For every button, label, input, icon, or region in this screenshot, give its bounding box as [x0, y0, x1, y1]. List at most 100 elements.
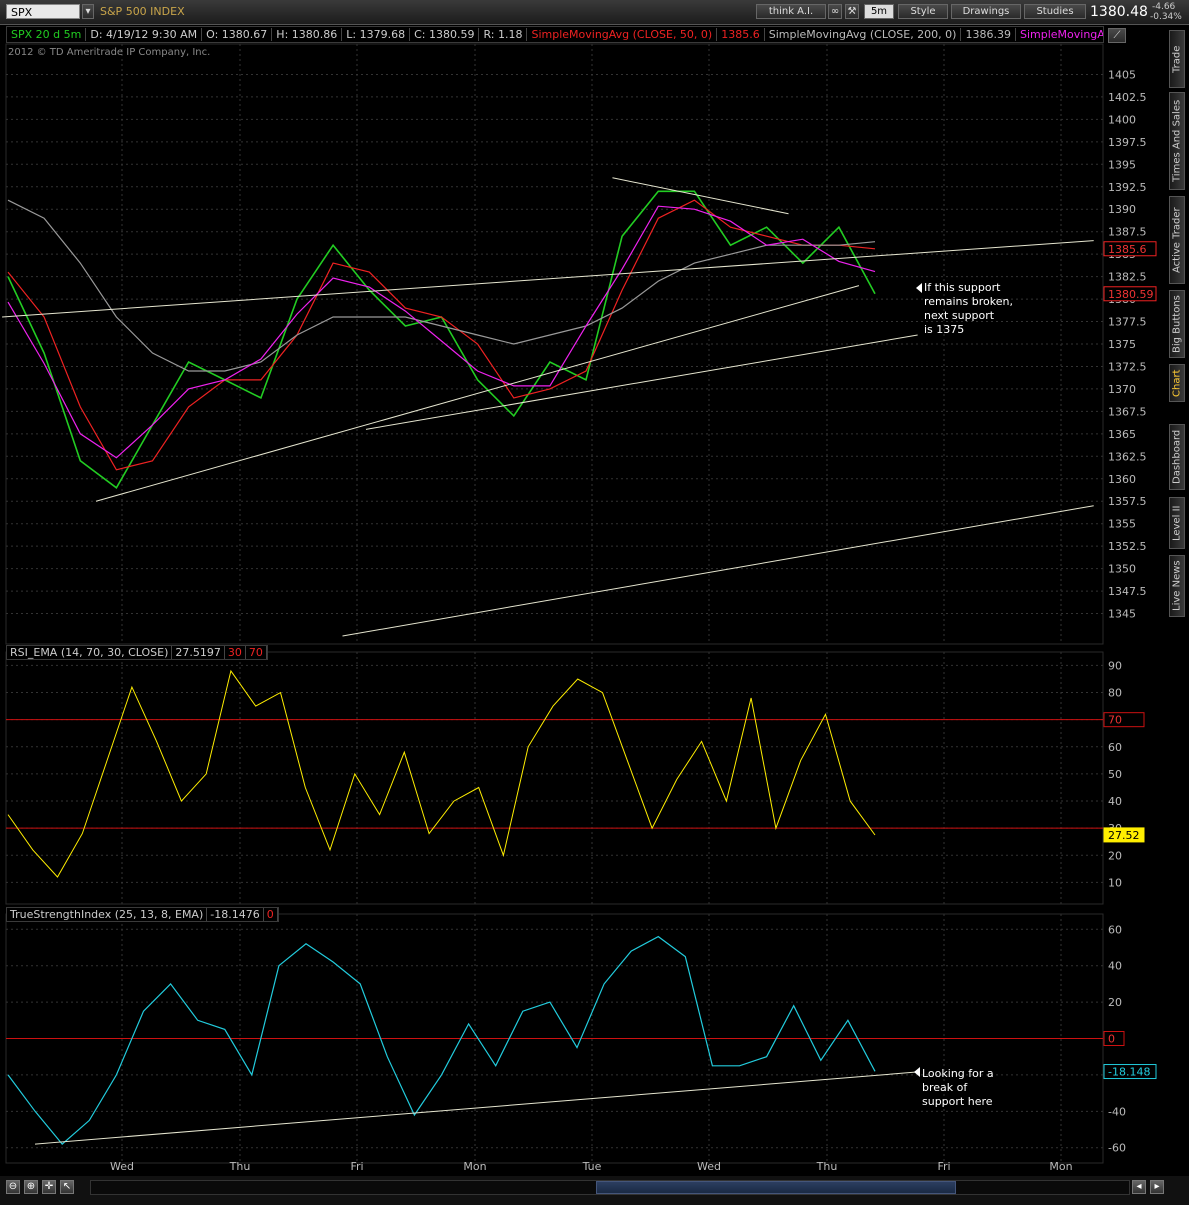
y-tick-label: 1377.5: [1108, 316, 1147, 329]
bar-range: R: 1.18: [479, 28, 528, 41]
zoom-in-icon[interactable]: ⊕: [24, 1180, 38, 1194]
rsi-level-70: 70: [245, 646, 267, 659]
think-ai-button[interactable]: think A.I.: [756, 4, 826, 19]
y-tick-label: 1395: [1108, 158, 1136, 171]
pointer-icon[interactable]: ↖: [60, 1180, 74, 1194]
y-tick-label: 1372.5: [1108, 360, 1147, 373]
y-tick-label: 40: [1108, 960, 1122, 973]
y-tick-label: 1357.5: [1108, 495, 1147, 508]
sma200-label[interactable]: SimpleMovingAvg (CLOSE, 200, 0): [764, 28, 962, 41]
y-tick-label: 50: [1108, 768, 1122, 781]
link-icon[interactable]: ∞: [828, 4, 842, 19]
sma-extra-label[interactable]: SimpleMovingAvg (...: [1015, 28, 1103, 41]
x-tick-label: Wed: [110, 1160, 134, 1173]
y-tick-label: 1387.5: [1108, 226, 1147, 239]
y-tick-label: 1382.5: [1108, 271, 1147, 284]
drawings-button[interactable]: Drawings: [951, 4, 1021, 19]
x-tick-label: Thu: [229, 1160, 251, 1173]
x-tick-label: Fri: [350, 1160, 363, 1173]
y-tick-label: 10: [1108, 876, 1122, 889]
annotation-arrow: [916, 283, 922, 293]
y-tick-label: 1405: [1108, 68, 1136, 81]
price-change: -4.66: [1152, 2, 1176, 12]
style-button[interactable]: Style: [898, 4, 948, 19]
tsi-level-0: 0: [263, 908, 278, 921]
y-tick-label: 1365: [1108, 428, 1136, 441]
bar-low: L: 1379.68: [342, 28, 411, 41]
time-scroll-thumb[interactable]: [596, 1181, 956, 1194]
y-tick-label: 60: [1108, 923, 1122, 936]
side-tab-level-ii[interactable]: Level II: [1169, 497, 1185, 549]
trendline: [95, 285, 860, 502]
scroll-left-icon[interactable]: ◂: [1132, 1180, 1146, 1194]
price-label: 1385.6: [1108, 243, 1147, 256]
y-tick-label: 1400: [1108, 113, 1136, 126]
level-label: 0: [1108, 1033, 1115, 1046]
series-line-spx: [7, 190, 876, 489]
y-tick-label: 40: [1108, 795, 1122, 808]
side-tab-trade[interactable]: Trade: [1169, 30, 1185, 88]
bar-date: D: 4/19/12 9:30 AM: [86, 28, 203, 41]
study-legend-bar: SPX 20 d 5m D: 4/19/12 9:30 AM O: 1380.67 H…: [6, 26, 1104, 43]
interval-button[interactable]: 5m: [864, 4, 894, 19]
side-tab-live-news[interactable]: Live News: [1169, 555, 1185, 617]
y-tick-label: 1350: [1108, 563, 1136, 576]
price-label: 1380.59: [1108, 288, 1154, 301]
rsi-header: RSI_EMA (14, 70, 30, CLOSE) 27.5197 30 70: [6, 645, 268, 660]
side-tab-active-trader[interactable]: Active Trader: [1169, 196, 1185, 284]
tsi-annotation: Looking for a break of support here: [922, 1067, 994, 1108]
y-tick-label: 90: [1108, 659, 1122, 672]
level-label: -18.148: [1108, 1066, 1150, 1079]
symbol-dropdown-icon[interactable]: ▾: [82, 4, 94, 19]
studies-button[interactable]: Studies: [1024, 4, 1086, 19]
x-tick-label: Mon: [1049, 1160, 1072, 1173]
trendline: [612, 177, 789, 215]
side-tab-chart[interactable]: Chart: [1169, 364, 1185, 402]
chart-canvas[interactable]: 1345 1347.5 1350 1352.5 1355 1357.5 1360 1362.5…: [0, 0, 1189, 1205]
tsi-header: TrueStrengthIndex (25, 13, 8, EMA) -18.14…: [6, 907, 279, 922]
crosshair-icon[interactable]: ✛: [42, 1180, 56, 1194]
x-tick-label: Thu: [816, 1160, 838, 1173]
y-tick-label: 1355: [1108, 518, 1136, 531]
y-tick-label: 60: [1108, 741, 1122, 754]
tsi-value: -18.1476: [207, 908, 264, 921]
y-tick-label: 1392.5: [1108, 181, 1147, 194]
bar-high: H: 1380.86: [272, 28, 343, 41]
zoom-out-icon[interactable]: ⊖: [6, 1180, 20, 1194]
symbol-input[interactable]: SPX: [6, 4, 80, 19]
price-change-pct: -0.34%: [1150, 12, 1182, 22]
y-tick-label: 1390: [1108, 203, 1136, 216]
chart-settings-icon[interactable]: ⟋: [1108, 28, 1126, 43]
y-tick-label: 80: [1108, 687, 1122, 700]
y-tick-label: 1352.5: [1108, 540, 1147, 553]
x-tick-label: Fri: [937, 1160, 950, 1173]
series-line-sma200: [7, 199, 876, 372]
sma200-value: 1386.39: [961, 28, 1016, 41]
y-tick-label: 1370: [1108, 383, 1136, 396]
symbol-name: S&P 500 INDEX: [100, 5, 185, 18]
tsi-pane: -60-40-2002040600-18.148: [5, 913, 1157, 1164]
y-tick-label: 1397.5: [1108, 136, 1147, 149]
price-annotation: If this support remains broken, next sup…: [924, 281, 1013, 336]
rsi-pane: 1020304050607080907027.52: [5, 651, 1145, 905]
rsi-value: 27.5197: [172, 646, 225, 659]
scroll-right-icon[interactable]: ▸: [1150, 1180, 1164, 1194]
trendline: [34, 1071, 916, 1145]
tsi-title: TrueStrengthIndex (25, 13, 8, EMA): [7, 908, 208, 921]
side-tab-big-buttons[interactable]: Big Buttons: [1169, 290, 1185, 358]
y-tick-label: 1362.5: [1108, 450, 1147, 463]
side-tab-dashboard[interactable]: Dashboard: [1169, 424, 1185, 490]
rsi-level-30: 30: [224, 646, 246, 659]
price-pane: 1345 1347.5 1350 1352.5 1355 1357.5 1360 1362.5…: [2, 43, 1157, 645]
x-tick-label: Tue: [582, 1160, 602, 1173]
pane-frame: [5, 43, 1104, 645]
side-tab-times-and-sales[interactable]: Times And Sales: [1169, 92, 1185, 190]
y-tick-label: -40: [1108, 1105, 1126, 1118]
annotation-arrow: [914, 1067, 920, 1077]
sma50-label[interactable]: SimpleMovingAvg (CLOSE, 50, 0): [527, 28, 718, 41]
x-axis: Wed Thu Fri Mon Tue Wed Thu Fri Mon: [110, 1160, 1073, 1173]
bar-close: C: 1380.59: [410, 28, 480, 41]
wrench-icon[interactable]: ⚒: [845, 4, 859, 19]
series-line-sma-magenta: [7, 205, 876, 459]
x-tick-label: Wed: [697, 1160, 721, 1173]
